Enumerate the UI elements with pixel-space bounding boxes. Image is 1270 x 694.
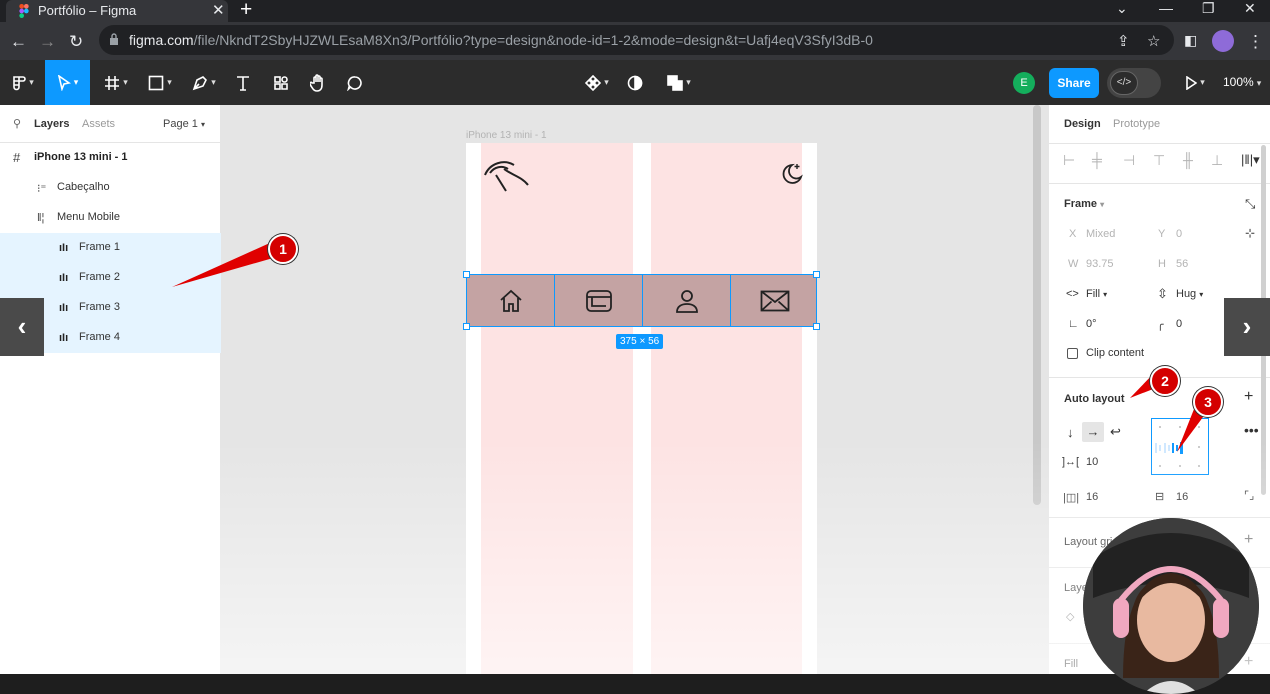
annotation-arrow-1 — [172, 242, 280, 287]
annotation-badge-3: 3 — [1193, 387, 1223, 417]
annotation-badge-1: 1 — [268, 234, 298, 264]
annotation-badge-2: 2 — [1150, 366, 1180, 396]
annotation-arrows — [172, 242, 1212, 452]
presenter-video — [1083, 518, 1259, 694]
webcam-overlay — [1083, 518, 1259, 694]
